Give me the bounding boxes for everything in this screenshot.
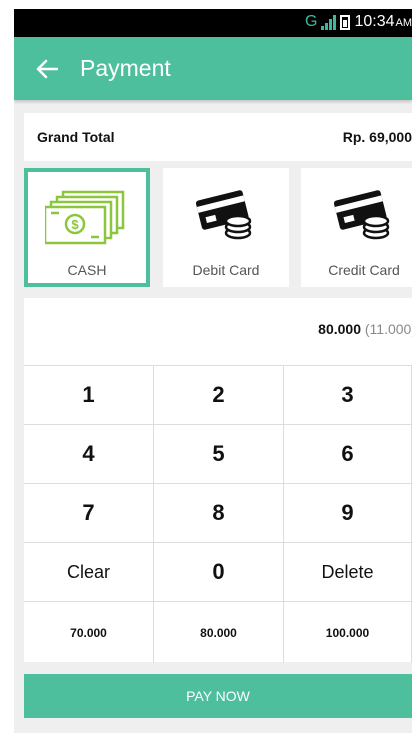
card-coins-icon <box>301 182 412 246</box>
key-8[interactable]: 8 <box>154 484 284 543</box>
key-6[interactable]: 6 <box>284 425 412 484</box>
amount-readout: 80.000 (11.000) <box>318 321 412 337</box>
key-9[interactable]: 9 <box>284 484 412 543</box>
payment-method-debit-card[interactable]: Debit Card <box>163 168 289 287</box>
key-3[interactable]: 3 <box>284 366 412 425</box>
app-screen: G 10:34AM Payment Grand Total Rp. 69,000 <box>14 9 412 733</box>
key-1[interactable]: 1 <box>24 366 154 425</box>
keypad: 1 2 3 4 5 6 7 8 9 Clear 0 Delete 70.000 … <box>24 365 412 663</box>
payment-method-label: Debit Card <box>192 262 260 278</box>
status-icons: G 10:34AM <box>305 13 412 31</box>
cash-icon: $ <box>28 186 146 250</box>
quick-amount-70000[interactable]: 70.000 <box>24 602 154 663</box>
clock: 10:34AM <box>354 13 412 31</box>
payment-method-label: Credit Card <box>328 262 400 278</box>
delete-button[interactable]: Delete <box>284 543 412 602</box>
pay-now-button[interactable]: PAY NOW <box>24 674 412 718</box>
page-title: Payment <box>80 55 171 81</box>
app-bar: Payment <box>14 37 412 100</box>
clock-ampm: AM <box>395 17 412 29</box>
network-type: G <box>305 13 318 30</box>
status-bar: G 10:34AM <box>14 9 412 37</box>
grand-total-value: Rp. 69,000 <box>342 129 412 145</box>
svg-text:$: $ <box>71 217 79 232</box>
signal-icon <box>321 14 337 30</box>
grand-total-label: Grand Total <box>37 129 115 145</box>
amount-display: 80.000 (11.000) <box>24 298 412 365</box>
amount-entered: 80.000 <box>318 321 361 337</box>
payment-method-cash[interactable]: $ CASH <box>24 168 150 287</box>
arrow-left-icon[interactable] <box>32 54 62 84</box>
payment-method-label: CASH <box>67 262 107 278</box>
key-0[interactable]: 0 <box>154 543 284 602</box>
card-coins-icon <box>163 182 289 246</box>
key-4[interactable]: 4 <box>24 425 154 484</box>
clear-button[interactable]: Clear <box>24 543 154 602</box>
clock-time: 10:34 <box>354 13 395 30</box>
quick-amount-100000[interactable]: 100.000 <box>284 602 412 663</box>
key-7[interactable]: 7 <box>24 484 154 543</box>
battery-icon <box>340 14 351 30</box>
payment-methods: $ CASH Debit Card Credit Card <box>24 168 412 287</box>
quick-amount-80000[interactable]: 80.000 <box>154 602 284 663</box>
amount-change: (11.000) <box>364 321 412 337</box>
grand-total-card: Grand Total Rp. 69,000 <box>24 113 412 161</box>
key-5[interactable]: 5 <box>154 425 284 484</box>
key-2[interactable]: 2 <box>154 366 284 425</box>
payment-method-credit-card[interactable]: Credit Card <box>301 168 412 287</box>
